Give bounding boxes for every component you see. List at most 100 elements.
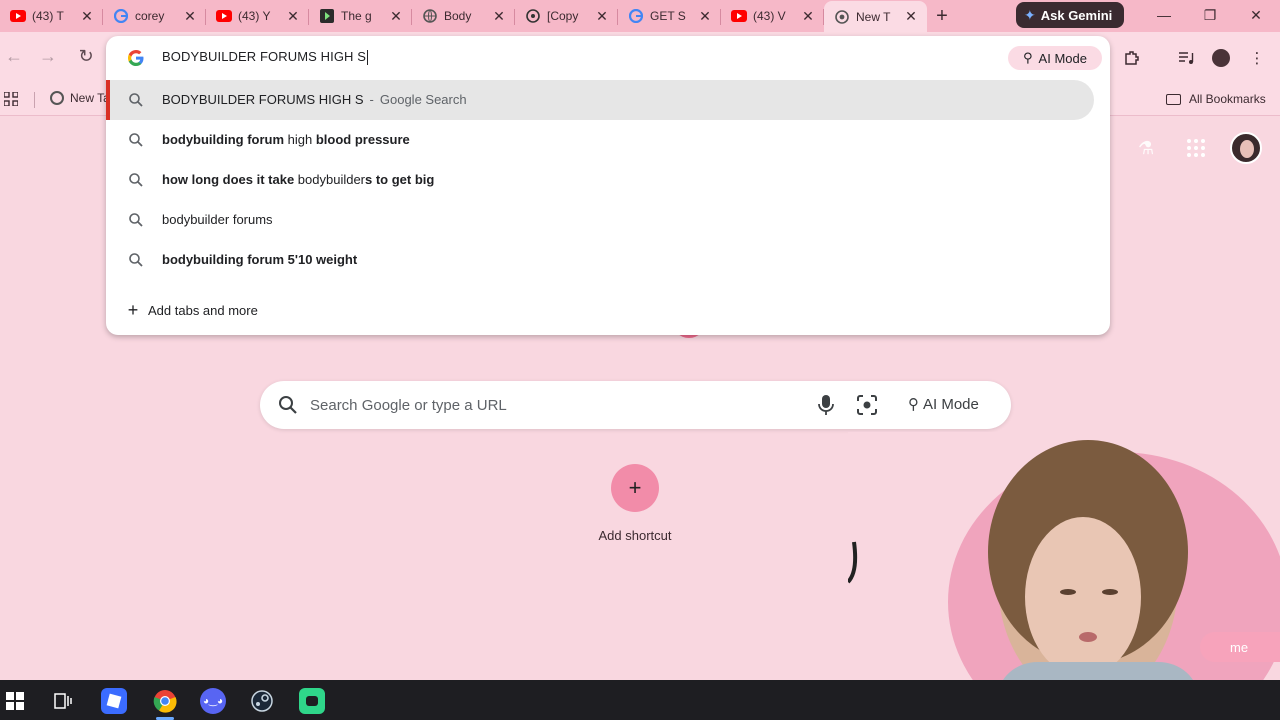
tab-6[interactable]: GET S ✕ <box>618 1 721 31</box>
bookmarks-divider <box>34 92 35 108</box>
chatgpt-icon <box>525 8 541 24</box>
account-avatar[interactable] <box>1230 132 1262 164</box>
tab-title: The g <box>341 9 372 23</box>
search-icon <box>279 396 297 414</box>
game-app-icon[interactable] <box>299 688 325 714</box>
tab-0[interactable]: (43) T ✕ <box>0 1 103 31</box>
youtube-icon <box>731 8 747 24</box>
tab-7[interactable]: (43) V ✕ <box>721 1 824 31</box>
suggestion-text: bodybuilding forum high blood pressure <box>162 132 410 147</box>
ntp-search-placeholder: Search Google or type a URL <box>310 397 507 414</box>
close-tab-icon[interactable]: ✕ <box>491 8 507 25</box>
tab-5[interactable]: [Copy ✕ <box>515 1 618 31</box>
discord-glyph: ◕‿◕ <box>202 695 224 707</box>
roblox-icon[interactable] <box>101 688 127 714</box>
customize-chrome-button[interactable]: me <box>1200 632 1280 662</box>
apps-icon[interactable] <box>3 91 19 110</box>
media-controls-icon[interactable] <box>1175 48 1197 68</box>
tab-2[interactable]: (43) Y ✕ <box>206 1 309 31</box>
lens-icon[interactable] <box>856 394 878 416</box>
address-bar[interactable]: BODYBUILDER FORUMS HIGH S ⚲ AI Mode <box>106 36 1110 80</box>
suggestion-text: BODYBUILDER FORUMS HIGH S - Google Search <box>162 92 467 107</box>
google-icon <box>628 8 644 24</box>
forward-button[interactable]: → <box>36 46 60 67</box>
plus-icon: + <box>628 475 642 500</box>
ai-mode-icon: ⚲ <box>908 396 919 413</box>
suggestion-item[interactable]: bodybuilder forums <box>106 200 1094 240</box>
back-button[interactable]: ← <box>2 46 26 67</box>
suggestion-text-part: blood pressure <box>315 132 410 147</box>
discord-icon[interactable]: ◕‿◕ <box>200 688 226 714</box>
ntp-search-box[interactable]: Search Google or type a URL ⚲ AI Mode <box>260 381 1011 429</box>
microphone-icon[interactable] <box>816 394 836 416</box>
tab-8[interactable]: New T ✕ <box>824 1 927 32</box>
gemini-icon: ✦ <box>1024 6 1036 23</box>
bookmark-new-tab[interactable]: New Ta <box>50 91 110 105</box>
close-tab-icon[interactable]: ✕ <box>182 8 198 25</box>
close-tab-icon[interactable]: ✕ <box>697 8 713 25</box>
tab-title: (43) V <box>753 9 786 23</box>
ntp-ai-mode-button[interactable]: ⚲ AI Mode <box>908 395 979 414</box>
menu-icon[interactable]: ⋮ <box>1246 48 1268 68</box>
extensions-icon[interactable] <box>1121 48 1143 68</box>
reload-button[interactable]: ↻ <box>74 46 98 67</box>
tab-title: New T <box>856 9 891 24</box>
add-tabs-button[interactable]: + Add tabs and more <box>126 300 258 321</box>
youtube-icon <box>216 8 232 24</box>
text-caret <box>367 50 369 66</box>
close-window-button[interactable]: ✕ <box>1233 0 1279 30</box>
suggestion-text: how long does it take bodybuilders to ge… <box>162 172 434 187</box>
google-icon <box>128 50 144 66</box>
close-tab-icon[interactable]: ✕ <box>903 8 919 25</box>
suggestion-item[interactable]: how long does it take bodybuilders to ge… <box>106 160 1094 200</box>
google-icon <box>113 8 129 24</box>
chrome-icon[interactable] <box>152 688 178 714</box>
suggestion-item[interactable]: bodybuilding forum high blood pressure <box>106 120 1094 160</box>
google-apps-icon[interactable] <box>1186 138 1208 160</box>
tab-4[interactable]: Body ✕ <box>412 1 515 31</box>
suggestion-text-part: bodybuilding forum 5'10 weight <box>162 252 358 267</box>
chrome-icon <box>834 9 850 25</box>
tab-list: (43) T ✕ corey ✕ (43) Y ✕ The g ✕ Body ✕ [Copy ✕ GET… <box>0 0 927 32</box>
omnibox-ai-mode-button[interactable]: ⚲ AI Mode <box>1008 46 1102 70</box>
minimize-button[interactable]: — <box>1141 0 1187 30</box>
suggestion-item[interactable]: BODYBUILDER FORUMS HIGH S - Google Search <box>106 80 1094 120</box>
tab-1[interactable]: corey ✕ <box>103 1 206 31</box>
ai-mode-icon: ⚲ <box>1023 50 1033 65</box>
labs-flask-icon[interactable]: ⚗ <box>1138 138 1154 159</box>
chrome-icon <box>50 91 64 105</box>
suggestion-separator: - <box>369 92 374 107</box>
task-view-icon[interactable] <box>50 688 76 714</box>
suggestion-item[interactable]: bodybuilding forum 5'10 weight <box>106 240 1094 280</box>
suggestion-text-part: s to get big <box>365 172 435 187</box>
search-icon <box>129 213 143 227</box>
suggestion-text-part: high <box>284 132 316 147</box>
close-tab-icon[interactable]: ✕ <box>800 8 816 25</box>
tab-3[interactable]: The g ✕ <box>309 1 412 31</box>
profile-avatar[interactable] <box>1210 48 1232 68</box>
tab-title: (43) Y <box>238 9 271 23</box>
ntp-ai-mode-label: AI Mode <box>923 395 979 413</box>
suggestion-text: bodybuilder forums <box>162 212 273 227</box>
all-bookmarks-button[interactable]: All Bookmarks <box>1166 92 1266 106</box>
close-tab-icon[interactable]: ✕ <box>285 8 301 25</box>
steam-icon[interactable] <box>249 688 275 714</box>
globe-icon <box>422 8 438 24</box>
close-tab-icon[interactable]: ✕ <box>79 8 95 25</box>
selection-indicator <box>106 80 110 120</box>
ask-gemini-button[interactable]: ✦ Ask Gemini <box>1016 2 1124 28</box>
restore-button[interactable]: ❐ <box>1187 0 1233 30</box>
add-shortcut-button[interactable]: + <box>611 464 659 512</box>
address-input[interactable]: BODYBUILDER FORUMS HIGH S <box>162 49 369 66</box>
taskbar: ◕‿◕ <box>0 680 1280 720</box>
suggestion-text-part: bodybuilder <box>294 172 366 187</box>
suggestion-text-part: BODYBUILDER FORUMS HIGH S <box>162 92 364 107</box>
search-icon <box>129 253 143 267</box>
close-tab-icon[interactable]: ✕ <box>388 8 404 25</box>
close-tab-icon[interactable]: ✕ <box>594 8 610 25</box>
search-icon <box>129 173 143 187</box>
new-tab-button[interactable]: + <box>927 5 957 28</box>
windows-start-icon[interactable] <box>2 688 28 714</box>
webcam-overlay <box>848 432 1280 720</box>
suggestion-text-part: how long does it take <box>162 172 295 187</box>
